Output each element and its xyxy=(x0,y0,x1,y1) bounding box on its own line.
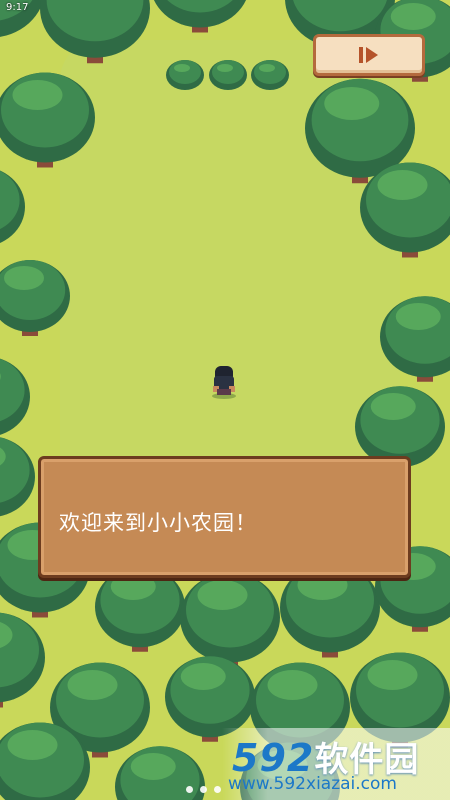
page-dot xyxy=(200,786,207,793)
tree xyxy=(153,0,247,33)
bush xyxy=(166,60,204,90)
tree xyxy=(0,358,30,435)
bush xyxy=(209,60,247,90)
page-dot xyxy=(214,786,221,793)
tree xyxy=(360,162,450,258)
watermark: 592软件园 www.592xiazai.com xyxy=(222,728,450,800)
watermark-url: www.592xiazai.com xyxy=(228,774,397,794)
tree xyxy=(0,437,35,517)
game-scene[interactable] xyxy=(0,0,450,800)
tree xyxy=(180,572,280,668)
dialog-text: 欢迎来到小小农园！ xyxy=(59,511,257,535)
forest-layer xyxy=(0,0,450,800)
tree xyxy=(0,260,70,336)
tree xyxy=(380,296,450,382)
page-dot xyxy=(186,786,193,793)
skip-button[interactable] xyxy=(313,34,425,76)
dialog-box[interactable]: 欢迎来到小小农园！ xyxy=(38,456,411,578)
tree xyxy=(95,566,185,652)
tree xyxy=(40,0,150,64)
bush xyxy=(251,60,289,90)
page-indicator xyxy=(186,786,221,793)
skip-forward-icon xyxy=(359,47,378,63)
tree xyxy=(0,170,25,244)
tree xyxy=(0,612,45,708)
tree xyxy=(0,72,95,168)
status-time: 9:17 xyxy=(6,2,29,13)
player-character[interactable] xyxy=(209,362,239,400)
